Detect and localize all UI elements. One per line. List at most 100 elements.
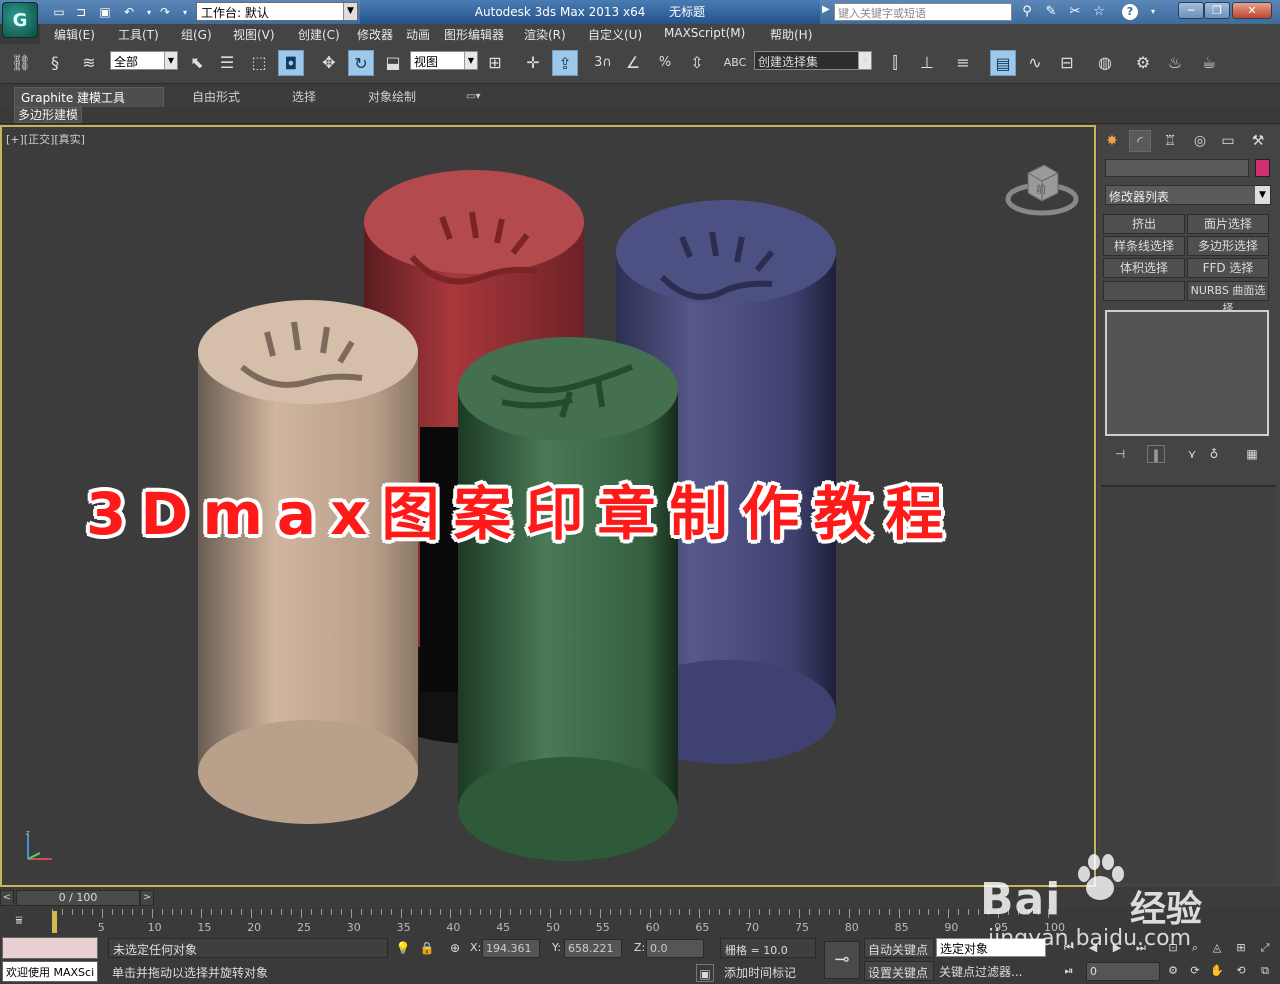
binoculars-icon[interactable]: ⚲ xyxy=(1018,3,1036,21)
previous-key-icon[interactable]: ◀ xyxy=(1084,939,1102,957)
graphite-toggle-icon[interactable]: ▤ xyxy=(990,50,1016,76)
menu-group[interactable]: 组(G) xyxy=(181,26,212,43)
key-selection-dropdown[interactable]: 选定对象 xyxy=(936,938,1046,957)
extrude-button[interactable]: 挤出 xyxy=(1103,214,1185,234)
menu-create[interactable]: 创建(C) xyxy=(298,26,340,43)
angle-snap-icon[interactable]: ∠ xyxy=(620,50,646,76)
zoom-icon[interactable]: ⌕ xyxy=(1186,939,1204,957)
menu-modifiers[interactable]: 修改器 xyxy=(357,26,393,43)
set-key-button[interactable]: 设置关键点 xyxy=(864,961,934,981)
time-slider-thumb[interactable]: 0 / 100 xyxy=(16,890,140,906)
mini-curve-editor-icon[interactable]: ⩸ xyxy=(10,911,28,929)
current-frame-marker[interactable] xyxy=(52,911,57,933)
tab-graphite-modeling[interactable]: Graphite 建模工具 xyxy=(14,87,164,107)
help-icon[interactable]: ? xyxy=(1122,4,1138,20)
select-move-icon[interactable]: ✥ xyxy=(316,50,342,76)
go-to-start-icon[interactable]: ⏮ xyxy=(1060,939,1078,957)
empty-modifier-button[interactable] xyxy=(1103,281,1185,301)
previous-frame-arrow[interactable]: < xyxy=(0,890,14,906)
modifier-stack[interactable] xyxy=(1105,310,1269,436)
remove-modifier-icon[interactable]: ♁ xyxy=(1205,445,1223,463)
configure-modifier-sets-icon[interactable]: ▦ xyxy=(1243,445,1261,463)
layer-manager-icon[interactable]: ≡ xyxy=(950,50,976,76)
ribbon-options-icon[interactable]: ▭▾ xyxy=(460,87,486,107)
absolute-mode-icon[interactable]: ⊕ xyxy=(446,939,464,957)
maximize-toggle-icon[interactable]: ⧉ xyxy=(1256,962,1274,980)
rectangular-selection-icon[interactable]: ⬚ xyxy=(246,50,272,76)
unlink-icon[interactable]: § xyxy=(42,50,68,76)
motion-panel-icon[interactable]: ◎ xyxy=(1189,130,1211,152)
maxscript-listener[interactable] xyxy=(2,937,98,959)
menu-edit[interactable]: 编辑(E) xyxy=(54,26,95,43)
minimize-button[interactable]: ─ xyxy=(1178,2,1204,19)
tab-object-paint[interactable]: 对象绘制 xyxy=(362,87,422,107)
patch-select-button[interactable]: 面片选择 xyxy=(1187,214,1269,234)
set-key-icon[interactable]: ⊸ xyxy=(824,941,860,979)
frame-ruler[interactable]: 5 10 15 20 25 30 35 40 45 50 55 60 65 70 75 80 85 90 95 100 xyxy=(44,909,1065,935)
modify-panel-icon[interactable]: ◜ xyxy=(1129,130,1151,152)
schematic-view-icon[interactable]: ⊟ xyxy=(1054,50,1080,76)
search-input[interactable]: 键入关键字或短语 xyxy=(834,3,1012,21)
time-config-icon[interactable]: ⚙ xyxy=(1164,962,1182,980)
modifier-list-dropdown[interactable]: 修改器列表 ▼ xyxy=(1105,185,1271,205)
next-key-icon[interactable]: ⏭ xyxy=(1132,939,1150,957)
spline-select-button[interactable]: 样条线选择 xyxy=(1103,236,1185,256)
favorites-icon[interactable]: ☆ xyxy=(1090,3,1108,21)
new-file-icon[interactable]: ▭ xyxy=(50,3,68,21)
search-expand-icon[interactable]: ▶ xyxy=(822,4,830,15)
menu-rendering[interactable]: 渲染(R) xyxy=(524,26,566,43)
window-crossing-icon[interactable]: ◘ xyxy=(278,50,304,76)
named-selection-sets-dropdown[interactable]: 创建选择集 ▼ xyxy=(754,51,872,70)
poly-select-button[interactable]: 多边形选择 xyxy=(1187,236,1269,256)
align-icon[interactable]: ⊥ xyxy=(914,50,940,76)
communication-center-icon[interactable]: ✂ xyxy=(1066,3,1084,21)
menu-tools[interactable]: 工具(T) xyxy=(118,26,159,43)
undo-icon[interactable]: ↶ xyxy=(120,3,138,21)
z-coordinate-field[interactable]: 0.0 xyxy=(646,939,704,958)
help-dropdown-icon[interactable]: ▾ xyxy=(1144,3,1162,21)
polygon-modeling-label[interactable]: 多边形建模 xyxy=(14,107,83,123)
track-bar[interactable]: ⩸ 5 10 15 20 25 30 35 40 45 50 55 60 65 70 75 80 85 90 95 1… xyxy=(0,907,1280,935)
zoom-extents-icon[interactable]: ⊡ xyxy=(1164,939,1182,957)
render-setup-icon[interactable]: ⚙ xyxy=(1130,50,1156,76)
current-frame-field[interactable]: 0 xyxy=(1086,962,1160,981)
utilities-panel-icon[interactable]: ⚒ xyxy=(1247,130,1269,152)
menu-customize[interactable]: 自定义(U) xyxy=(588,26,642,43)
select-object-icon[interactable]: ⬉ xyxy=(184,50,210,76)
beige-stamp[interactable] xyxy=(198,300,418,824)
keyboard-shortcut-override-icon[interactable]: ⇪ xyxy=(552,50,578,76)
maxscript-mini-listener[interactable]: 欢迎使用 MAXSci xyxy=(2,961,98,982)
object-color-swatch[interactable] xyxy=(1255,159,1270,177)
key-filters-button[interactable]: 关键点过滤器... xyxy=(936,961,1046,981)
auto-key-button[interactable]: 自动关键点 xyxy=(864,938,934,958)
orbit-icon[interactable]: ⟳ xyxy=(1186,962,1204,980)
edit-named-selection-icon[interactable]: ABC xyxy=(722,50,748,76)
time-tag-icon[interactable]: ▣ xyxy=(696,964,714,982)
display-panel-icon[interactable]: ▭ xyxy=(1217,130,1239,152)
key-mode-icon[interactable]: ⏯ xyxy=(1060,962,1078,980)
maximize-viewport-icon[interactable]: ⤢ xyxy=(1256,939,1274,957)
pan-icon[interactable]: ✋ xyxy=(1208,962,1226,980)
tab-freeform[interactable]: 自由形式 xyxy=(186,87,246,107)
next-frame-arrow[interactable]: > xyxy=(140,890,154,906)
rendered-frame-icon[interactable]: ♨ xyxy=(1162,50,1188,76)
link-icon[interactable]: ⛓ xyxy=(8,50,34,76)
volume-select-button[interactable]: 体积选择 xyxy=(1103,258,1185,278)
mirror-icon[interactable]: ⫿ xyxy=(882,50,908,76)
arc-rotate-icon[interactable]: ⟲ xyxy=(1232,962,1250,980)
perspective-viewport[interactable]: [+][正交][真实] 3Dmax图案印章制作教程 前 z xyxy=(0,125,1096,887)
application-menu-logo[interactable]: G xyxy=(2,2,38,38)
select-manipulate-icon[interactable]: ✛ xyxy=(520,50,546,76)
green-stamp[interactable] xyxy=(458,337,678,861)
workspace-selector[interactable]: 工作台: 默认 ▼ xyxy=(196,2,358,21)
x-coordinate-field[interactable]: 194.361 xyxy=(482,939,540,958)
ffd-select-button[interactable]: FFD 选择 xyxy=(1187,258,1269,278)
menu-graph-editors[interactable]: 图形编辑器 xyxy=(444,26,504,43)
redo-icon[interactable]: ↷ xyxy=(156,3,174,21)
menu-animation[interactable]: 动画 xyxy=(406,26,430,43)
hierarchy-panel-icon[interactable]: ♖ xyxy=(1159,130,1181,152)
make-unique-icon[interactable]: ⋎ xyxy=(1183,445,1201,463)
curve-editor-icon[interactable]: ∿ xyxy=(1022,50,1048,76)
bind-space-warp-icon[interactable]: ≋ xyxy=(76,50,102,76)
play-icon[interactable]: ▶ xyxy=(1108,939,1126,957)
